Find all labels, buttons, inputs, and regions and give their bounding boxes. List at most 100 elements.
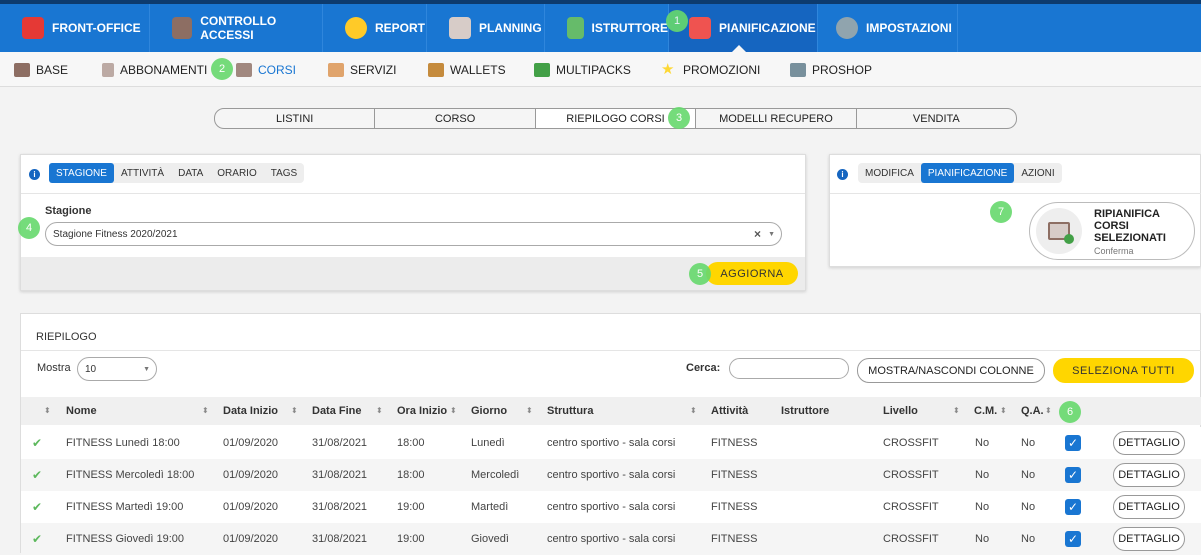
sort-icon[interactable]: ⬍ xyxy=(376,406,383,415)
detail-button[interactable]: DETTAGLIO xyxy=(1113,463,1185,487)
cell-qa: No xyxy=(1021,533,1036,545)
tab-stagione[interactable]: STAGIONE xyxy=(49,163,114,183)
col-ora-inizio[interactable]: Ora Inizio xyxy=(397,397,447,425)
clear-icon[interactable]: × xyxy=(754,227,761,241)
row-select-checkbox[interactable]: ✓ xyxy=(1065,467,1081,483)
sort-icon[interactable]: ⬍ xyxy=(450,406,457,415)
cell-qa: No xyxy=(1021,469,1036,481)
cell-ora-inizio: 19:00 xyxy=(397,533,425,545)
filter-tabs: STAGIONE ATTIVITÀ DATA ORARIO TAGS xyxy=(49,163,305,183)
sort-icon[interactable]: ⬍ xyxy=(291,406,298,415)
annotation-badge: 3 xyxy=(668,107,690,129)
col-nome[interactable]: Nome xyxy=(66,397,97,425)
col-istruttore[interactable]: Istruttore xyxy=(781,397,829,425)
topnav-controllo-accessi[interactable]: CONTROLLO ACCESSI xyxy=(150,4,323,52)
cell-data-fine: 31/08/2021 xyxy=(312,533,368,545)
subnav-wallets[interactable]: WALLETS xyxy=(428,52,506,87)
col-struttura[interactable]: Struttura xyxy=(547,397,593,425)
ripianifica-subtitle: Conferma xyxy=(1094,246,1134,256)
tab-azioni[interactable]: AZIONI xyxy=(1014,163,1061,183)
sort-icon[interactable]: ⬍ xyxy=(44,406,51,415)
ripianifica-card[interactable]: RIPIANIFICA CORSI SELEZIONATI Conferma xyxy=(1029,202,1195,260)
ripianifica-title: RIPIANIFICA CORSI SELEZIONATI xyxy=(1094,208,1166,244)
col-qa[interactable]: Q.A. xyxy=(1021,397,1044,425)
sort-icon[interactable]: ⬍ xyxy=(690,406,697,415)
cell-cm: No xyxy=(975,501,990,513)
row-select-checkbox[interactable]: ✓ xyxy=(1065,499,1081,515)
cell-struttura: centro sportivo - sala corsi xyxy=(547,501,676,513)
annotation-badge: 6 xyxy=(1059,401,1081,423)
topnav-front-office[interactable]: FRONT-OFFICE xyxy=(0,4,150,52)
cell-data-inizio: 01/09/2020 xyxy=(223,501,279,513)
row-select-checkbox[interactable]: ✓ xyxy=(1065,435,1081,451)
col-data-fine[interactable]: Data Fine xyxy=(312,397,362,425)
sort-icon[interactable]: ⬍ xyxy=(1000,406,1007,415)
detail-button[interactable]: DETTAGLIO xyxy=(1113,495,1185,519)
topnav-istruttore[interactable]: ISTRUTTORE xyxy=(545,4,669,52)
tab-tags[interactable]: TAGS xyxy=(264,163,304,183)
sort-icon[interactable]: ⬍ xyxy=(953,406,960,415)
topnav-impostazioni[interactable]: IMPOSTAZIONI xyxy=(818,4,958,52)
detail-button[interactable]: DETTAGLIO xyxy=(1113,431,1185,455)
box-icon xyxy=(14,62,30,77)
cell-cm: No xyxy=(975,469,990,481)
stagione-select[interactable]: Stagione Fitness 2020/2021 × ▼ xyxy=(45,222,782,246)
row-select-checkbox[interactable]: ✓ xyxy=(1065,531,1081,547)
search-input[interactable] xyxy=(729,358,849,379)
tab-orario[interactable]: ORARIO xyxy=(210,163,263,183)
col-attivita[interactable]: Attività xyxy=(711,397,748,425)
annotation-badge: 4 xyxy=(18,217,40,239)
subnav-servizi[interactable]: SERVIZI xyxy=(328,52,396,87)
detail-button[interactable]: DETTAGLIO xyxy=(1113,527,1185,551)
tab-data[interactable]: DATA xyxy=(171,163,210,183)
page-size-select[interactable]: 10 ▼ xyxy=(77,357,157,381)
cell-data-fine: 31/08/2021 xyxy=(312,469,368,481)
sort-icon[interactable]: ⬍ xyxy=(1045,406,1052,415)
subnav-abbonamenti[interactable]: ABBONAMENTI xyxy=(102,52,207,87)
select-all-button[interactable]: SELEZIONA TUTTI xyxy=(1053,358,1194,383)
subnav-proshop[interactable]: PROSHOP xyxy=(790,52,872,87)
aggiorna-button[interactable]: AGGIORNA xyxy=(706,262,798,285)
cell-giorno: Giovedì xyxy=(471,533,509,545)
cell-cm: No xyxy=(975,533,990,545)
tab-pianificazione[interactable]: PIANIFICAZIONE xyxy=(920,163,1015,183)
cell-attivita: FITNESS xyxy=(711,501,758,513)
sort-icon[interactable]: ⬍ xyxy=(202,406,209,415)
table-row: ✔ FITNESS Martedì 19:00 01/09/2020 31/08… xyxy=(21,491,1201,523)
divider xyxy=(830,193,1201,194)
actions-panel: i MODIFICA PIANIFICAZIONE AZIONI RIPIANI… xyxy=(829,154,1201,267)
col-livello[interactable]: Livello xyxy=(883,397,918,425)
topnav-report[interactable]: REPORT xyxy=(323,4,427,52)
segment-vendita[interactable]: VENDITA xyxy=(857,109,1016,128)
sort-icon[interactable]: ⬍ xyxy=(526,406,533,415)
stagione-label: Stagione xyxy=(45,205,92,217)
tab-modifica[interactable]: MODIFICA xyxy=(858,163,921,183)
info-icon[interactable]: i xyxy=(837,169,848,180)
turnstile-icon xyxy=(172,17,193,39)
calendar-refresh-icon xyxy=(1036,208,1082,254)
person-icon xyxy=(22,17,44,39)
tab-attivita[interactable]: ATTIVITÀ xyxy=(114,163,171,183)
topnav-planning[interactable]: PLANNING xyxy=(427,4,545,52)
cell-livello: CROSSFIT xyxy=(883,533,939,545)
col-giorno[interactable]: Giorno xyxy=(471,397,507,425)
col-cm[interactable]: C.M. xyxy=(974,397,997,425)
cell-cm: No xyxy=(975,437,990,449)
subnav-base[interactable]: BASE xyxy=(14,52,68,87)
annotation-badge: 7 xyxy=(990,201,1012,223)
subnav-promozioni[interactable]: ★ PROMOZIONI xyxy=(661,52,760,87)
subnav-multipacks[interactable]: MULTIPACKS xyxy=(534,52,631,87)
annotation-badge: 2 xyxy=(211,58,233,80)
segment-corso[interactable]: CORSO xyxy=(375,109,536,128)
sub-navigation: BASE ABBONAMENTI CORSI SERVIZI WALLETS M… xyxy=(0,52,1201,87)
cell-data-inizio: 01/09/2020 xyxy=(223,533,279,545)
info-icon[interactable]: i xyxy=(29,169,40,180)
toggle-columns-button[interactable]: MOSTRA/NASCONDI COLONNE xyxy=(857,358,1045,383)
col-data-inizio[interactable]: Data Inizio xyxy=(223,397,278,425)
segment-modelli-recupero[interactable]: MODELLI RECUPERO xyxy=(696,109,857,128)
cell-attivita: FITNESS xyxy=(711,533,758,545)
segment-listini[interactable]: LISTINI xyxy=(215,109,376,128)
cell-nome: FITNESS Giovedì 19:00 xyxy=(66,533,184,545)
subnav-corsi[interactable]: CORSI xyxy=(236,52,296,87)
instructor-icon xyxy=(567,17,584,39)
